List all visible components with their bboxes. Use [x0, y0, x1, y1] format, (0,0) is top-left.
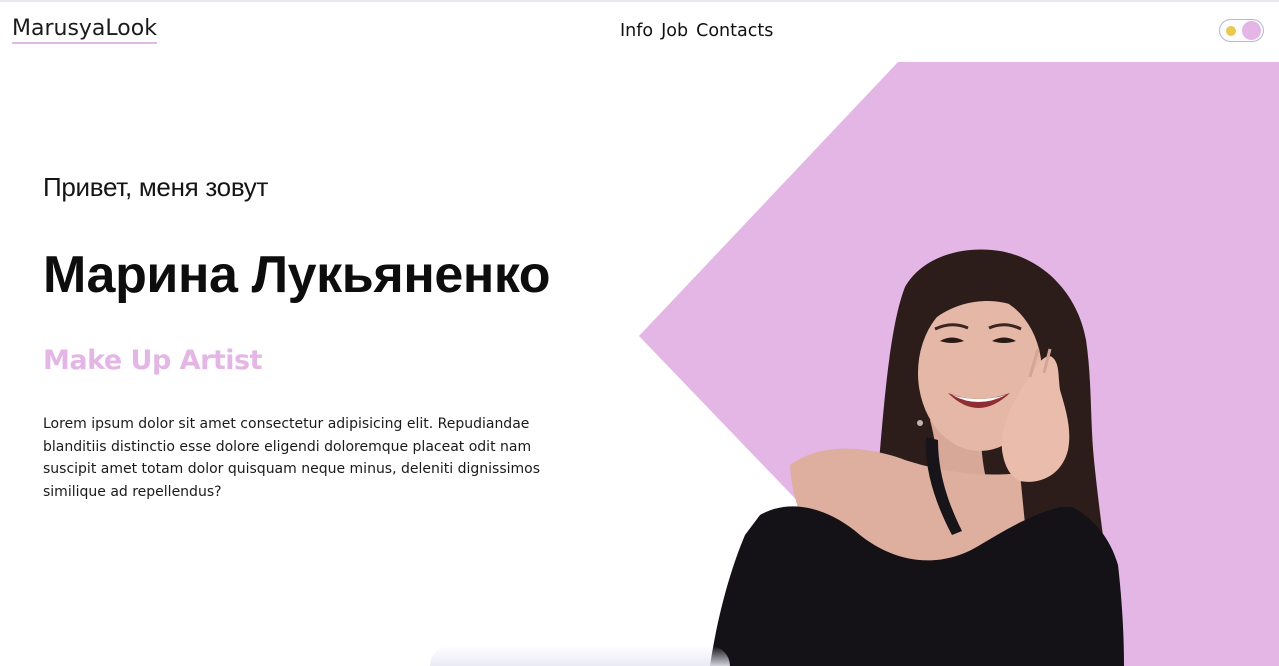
hero-role: Make Up Artist	[43, 345, 263, 376]
portrait-photo	[710, 249, 1124, 666]
hero-bio: Lorem ipsum dolor sit amet consectetur a…	[43, 416, 540, 500]
hero-name: Марина Лукьяненко	[43, 246, 551, 304]
bottom-glow	[430, 646, 730, 666]
hero-greeting: Привет, меня зовут	[43, 172, 269, 202]
